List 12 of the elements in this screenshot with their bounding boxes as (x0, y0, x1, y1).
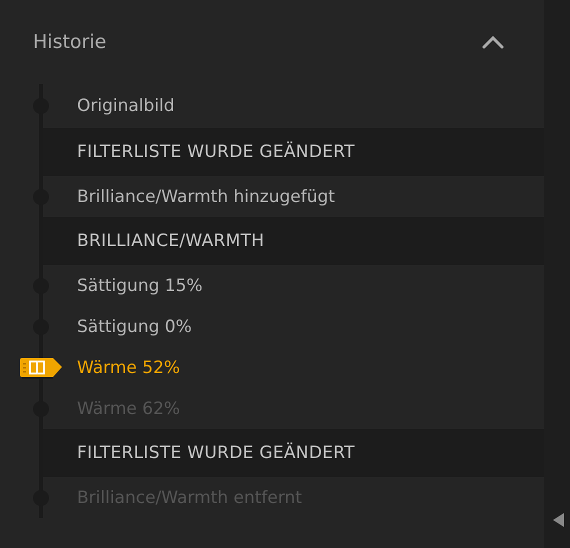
collapse-icon[interactable] (553, 513, 565, 527)
group-header: BRILLIANCE/WARMTH (42, 217, 544, 265)
history-step[interactable]: Sättigung 15% (64, 265, 544, 306)
panel-title: Historie (33, 31, 106, 53)
group-header: FILTERLISTE WURDE GEÄNDERT (42, 128, 544, 176)
history-step[interactable]: Wärme 52% (64, 347, 544, 388)
chevron-icon[interactable] (482, 35, 504, 49)
history-step[interactable]: Sättigung 0% (64, 306, 544, 347)
marker-icon (19, 356, 63, 378)
history-step[interactable]: Originalbild (64, 84, 544, 128)
history-step[interactable]: Brilliance/Warmth hinzugefügt (64, 176, 544, 217)
group-header: FILTERLISTE WURDE GEÄNDERT (42, 429, 544, 477)
